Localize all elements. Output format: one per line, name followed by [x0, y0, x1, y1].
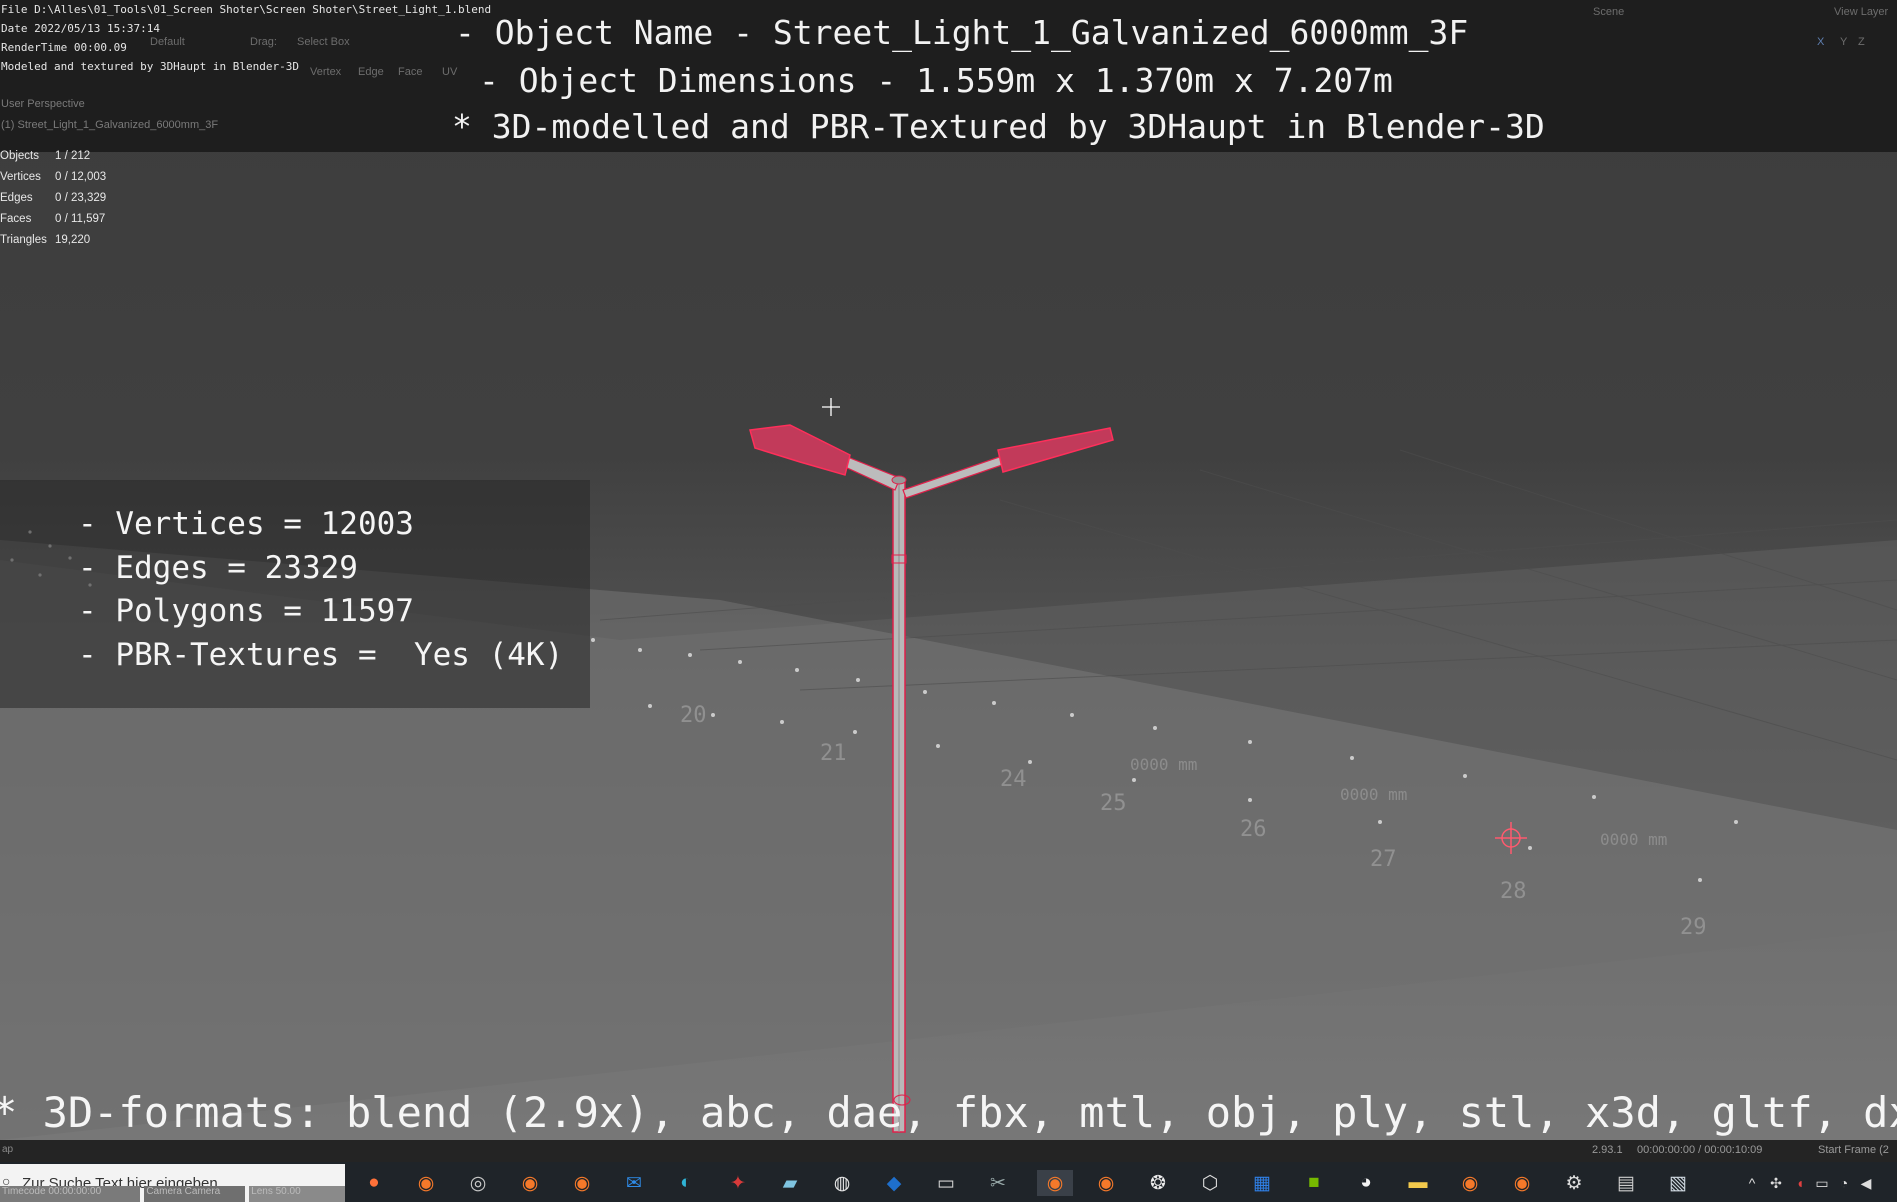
stat-objects: Objects 1 / 212 — [0, 150, 130, 171]
chat-icon[interactable]: ◍ — [829, 1170, 855, 1196]
ground-label: 0000 mm — [1340, 785, 1407, 804]
stat-edges: Edges 0 / 23,329 — [0, 192, 130, 213]
cube-icon[interactable]: ⬡ — [1197, 1170, 1223, 1196]
ground-label: 21 — [820, 741, 847, 766]
mail-icon[interactable]: ✉ — [621, 1170, 647, 1196]
ground-label: 28 — [1500, 879, 1527, 904]
photos-icon[interactable]: ▧ — [1665, 1170, 1691, 1196]
stat-label: Triangles — [0, 234, 47, 246]
ground-label: 0000 mm — [1130, 755, 1197, 774]
stat-faces: Faces 0 / 11,597 — [0, 213, 130, 234]
stat-triangles: Triangles 19,220 — [0, 234, 130, 255]
blender-active-icon[interactable]: ◉ — [1037, 1170, 1073, 1196]
calendar-icon[interactable]: ▦ — [1249, 1170, 1275, 1196]
axis-z-toggle[interactable]: Z — [1858, 36, 1865, 48]
ground-label: 25 — [1100, 791, 1127, 816]
credit-title: * 3D-modelled and PBR-Textured by 3DHaup… — [452, 107, 1545, 146]
version-label: 2.93.1 — [1592, 1144, 1623, 1156]
ground-label: 20 — [680, 703, 707, 728]
ground-label: 24 — [1000, 767, 1027, 792]
edge-mode-button[interactable]: Edge — [358, 66, 384, 78]
file-path: File D:\Alles\01_Tools\01_Screen Shoter\… — [1, 3, 492, 16]
notes-icon[interactable]: ▰ — [777, 1170, 803, 1196]
nvidia-icon[interactable]: ■ — [1301, 1170, 1327, 1196]
stat-value: 0 / 12,003 — [55, 171, 107, 183]
scene-selector[interactable]: Scene — [1593, 6, 1624, 18]
firefox-icon[interactable]: ● — [361, 1170, 387, 1196]
lens-info: Lens 50.00 — [249, 1186, 345, 1202]
app-red-icon[interactable]: ✦ — [725, 1170, 751, 1196]
uv-menu[interactable]: UV — [442, 66, 457, 78]
date-stamp: Date 2022/05/13 15:37:14 — [1, 22, 160, 35]
wifi-icon[interactable]: ◔ — [1836, 1170, 1852, 1196]
ground-label: 0000 mm — [1600, 830, 1667, 849]
stat-value: 19,220 — [55, 234, 91, 246]
battery-icon[interactable]: ▭ — [1814, 1170, 1830, 1196]
tool-icon[interactable]: ✂ — [985, 1170, 1011, 1196]
stat-label: Edges — [0, 192, 33, 204]
camera-info-strip: Timecode 00:00:00:00 Camera Camera Lens … — [0, 1186, 345, 1202]
blender-icon[interactable]: ◉ — [517, 1170, 543, 1196]
select-box-dropdown[interactable]: Select Box — [297, 36, 350, 48]
scene-statistics: Objects 1 / 212 Vertices 0 / 12,003 Edges 0… — [0, 150, 130, 255]
active-object-label: (1) Street_Light_1_Galvanized_6000mm_3F — [1, 119, 219, 131]
shield-icon[interactable]: ◖ — [1792, 1170, 1808, 1196]
drag-label: Drag: — [250, 36, 277, 48]
axis-y-toggle[interactable]: Y — [1840, 36, 1847, 48]
orientation-dropdown[interactable]: Default — [150, 36, 185, 48]
panda-icon[interactable]: ❂ — [1145, 1170, 1171, 1196]
outlook-icon[interactable]: ◆ — [881, 1170, 907, 1196]
object-name-title: - Object Name - Street_Light_1_Galvanize… — [455, 13, 1469, 52]
modeled-by: Modeled and textured by 3DHaupt in Blend… — [1, 60, 300, 73]
view-layer-selector[interactable]: View Layer — [1834, 6, 1888, 18]
status-left: ap — [2, 1144, 14, 1155]
edge-icon[interactable]: ◐ — [673, 1170, 699, 1196]
camera-info: Camera Camera — [144, 1186, 246, 1202]
chevron-up-icon[interactable]: ^ — [1744, 1170, 1760, 1196]
formats-caption: * 3D-formats: blend (2.9x), abc, dae, fb… — [0, 1088, 1897, 1137]
ground-label: 27 — [1370, 847, 1397, 872]
axis-x-toggle[interactable]: X — [1817, 36, 1824, 48]
render-time: RenderTime 00:00.09 — [1, 41, 127, 54]
stat-label: Objects — [0, 150, 39, 162]
terminal-icon[interactable]: ▭ — [933, 1170, 959, 1196]
volume-icon[interactable]: ◀ — [1858, 1170, 1874, 1196]
vertex-mode-button[interactable]: Vertex — [310, 66, 341, 78]
stat-value: 1 / 212 — [55, 150, 91, 162]
stat-value: 0 / 11,597 — [55, 213, 106, 225]
stat-label: Faces — [0, 213, 32, 225]
blender-icon[interactable]: ◉ — [1457, 1170, 1483, 1196]
blender-icon[interactable]: ◉ — [1509, 1170, 1535, 1196]
settings-icon[interactable]: ⚙ — [1561, 1170, 1587, 1196]
ground-label: 26 — [1240, 817, 1267, 842]
start-frame-label: Start Frame (2 — [1818, 1144, 1889, 1156]
blender-icon[interactable]: ◉ — [1093, 1170, 1119, 1196]
face-mode-button[interactable]: Face — [398, 66, 422, 78]
object-dimensions-title: - Object Dimensions - 1.559m x 1.370m x … — [479, 61, 1393, 100]
poly-edges: - Edges = 23329 — [78, 550, 358, 586]
docs-icon[interactable]: ▤ — [1613, 1170, 1639, 1196]
blender-icon[interactable]: ◉ — [413, 1170, 439, 1196]
network-icon[interactable]: ✣ — [1768, 1170, 1784, 1196]
timecode-info: Timecode 00:00:00:00 — [0, 1186, 141, 1202]
stat-vertices: Vertices 0 / 12,003 — [0, 171, 130, 192]
media-icon[interactable]: ◕ — [1353, 1170, 1379, 1196]
folder-icon[interactable]: ▬ — [1405, 1170, 1431, 1196]
poly-vertices: - Vertices = 12003 — [78, 506, 414, 542]
obs-icon[interactable]: ◎ — [465, 1170, 491, 1196]
stat-label: Vertices — [0, 171, 41, 183]
ground-label: 29 — [1680, 915, 1707, 940]
blender-icon[interactable]: ◉ — [569, 1170, 595, 1196]
stat-value: 0 / 23,329 — [55, 192, 107, 204]
poly-pbr-textures: - PBR-Textures = Yes (4K) — [78, 637, 564, 673]
timecode-label: 00:00:00:00 / 00:00:10:09 — [1637, 1144, 1763, 1156]
view-perspective-label: User Perspective — [1, 98, 85, 110]
mouse-cursor-icon — [822, 398, 840, 416]
poly-polygons: - Polygons = 11597 — [78, 593, 414, 629]
